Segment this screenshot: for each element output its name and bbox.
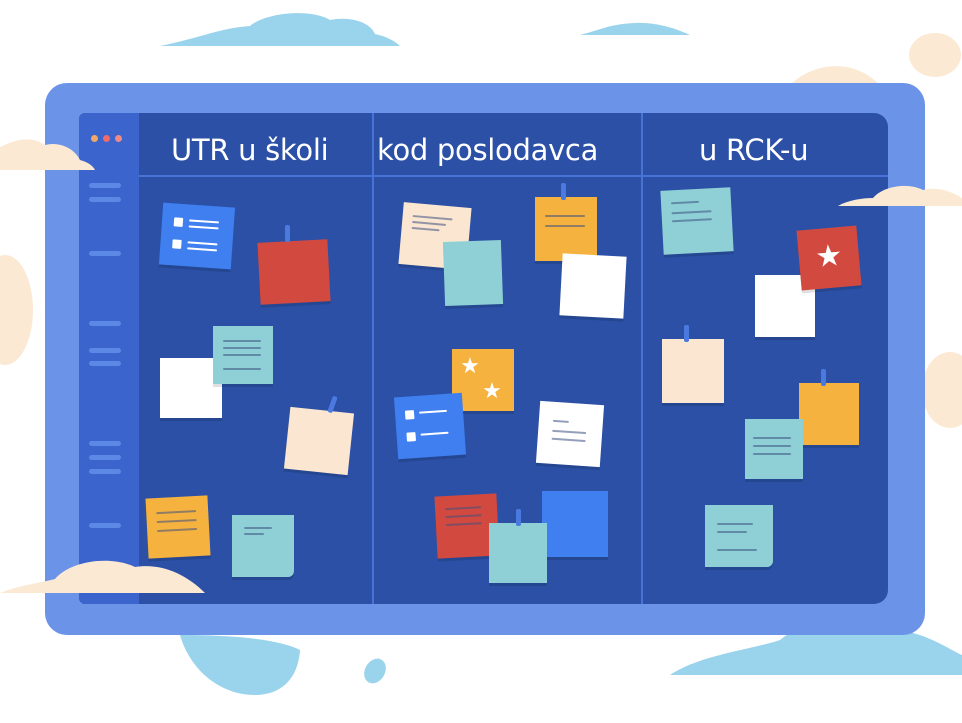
sidebar-item[interactable] [89, 361, 121, 366]
checkbox-icon [172, 239, 182, 249]
note-orange[interactable] [799, 383, 859, 445]
cloud-cream-right [838, 185, 962, 206]
note-teal-lines[interactable] [745, 419, 803, 479]
note-teal-small[interactable] [232, 515, 294, 577]
sidebar-item[interactable] [89, 251, 121, 256]
note-teal[interactable] [442, 240, 504, 306]
star-icon: ★ [482, 379, 502, 404]
pin-icon [821, 369, 826, 386]
note-blue-checklist[interactable] [158, 202, 236, 270]
cloud-top-middle [580, 22, 690, 35]
window-dot-red[interactable] [103, 135, 110, 142]
note-teal[interactable] [489, 523, 547, 583]
window-dot-pink[interactable] [115, 135, 122, 142]
column-title-utr-u-skoli: UTR u školi [171, 133, 329, 167]
cream-blob-top-right-2 [790, 66, 880, 85]
cloud-bottom-left [180, 635, 300, 695]
note-teal-lines[interactable] [213, 326, 273, 384]
cloud-cream-left-top [0, 139, 95, 170]
cloud-cream-bottom-left [0, 560, 205, 593]
sidebar [79, 113, 139, 604]
note-cream[interactable] [662, 339, 724, 403]
cream-blob-left [0, 255, 33, 365]
cloud-top-left [160, 13, 400, 46]
note-orange-lines[interactable] [145, 495, 211, 559]
note-white[interactable] [559, 253, 627, 319]
note-cream[interactable] [283, 406, 355, 476]
note-blue[interactable] [542, 491, 608, 557]
sidebar-item[interactable] [89, 455, 121, 460]
kanban-board: UTR u školi kod poslodavca u RCK-u ★ ★ ★ [79, 113, 888, 604]
checkbox-icon [406, 432, 417, 442]
cloud-bottom-small [364, 658, 386, 684]
note-teal-lines[interactable] [705, 505, 773, 567]
column-title-u-rck-u: u RCK-u [699, 133, 809, 167]
star-icon: ★ [813, 237, 844, 276]
note-blue-checklist[interactable] [393, 392, 467, 460]
pin-icon [684, 325, 689, 342]
sidebar-item[interactable] [89, 197, 121, 202]
sidebar-item[interactable] [89, 441, 121, 446]
header-divider [139, 175, 888, 177]
note-red[interactable] [257, 239, 331, 305]
pin-icon [516, 509, 521, 526]
cream-blob-top-right [909, 33, 961, 77]
checkbox-icon [404, 410, 415, 420]
pin-icon [561, 183, 566, 200]
note-orange-lines[interactable] [535, 197, 597, 261]
pin-icon [285, 225, 290, 242]
column-title-kod-poslodavca: kod poslodavca [377, 133, 599, 167]
note-teal-lines[interactable] [660, 187, 734, 255]
sidebar-item[interactable] [89, 183, 121, 188]
checkbox-icon [173, 217, 184, 227]
column-divider-1 [372, 113, 374, 604]
sidebar-item[interactable] [89, 348, 121, 353]
star-icon: ★ [460, 354, 480, 379]
sidebar-item[interactable] [89, 321, 121, 326]
sidebar-item[interactable] [89, 469, 121, 474]
sidebar-item[interactable] [89, 523, 121, 528]
note-white-lines[interactable] [535, 400, 605, 468]
column-divider-2 [641, 113, 643, 604]
note-red-star[interactable]: ★ [796, 225, 862, 291]
